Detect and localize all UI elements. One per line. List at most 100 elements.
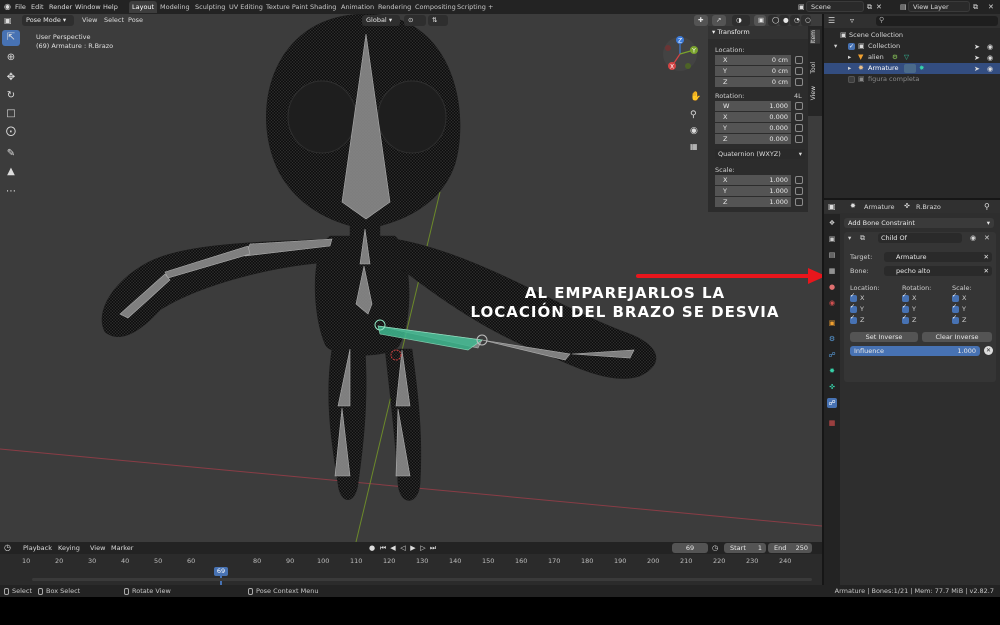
tab-uv-editing[interactable]: UV Editing <box>229 1 263 13</box>
menu-window[interactable]: Window <box>75 0 101 14</box>
bone-tool-icon[interactable]: ⋯ <box>2 184 20 200</box>
lock-icon[interactable] <box>795 113 803 121</box>
remove-view-layer-icon[interactable]: ✕ <box>988 0 994 14</box>
tab-animation[interactable]: Animation <box>341 1 374 13</box>
timeline-menu-playback[interactable]: Playback <box>23 542 52 554</box>
rotation-x-checkbox[interactable] <box>902 292 909 302</box>
play-icon[interactable]: ▶ <box>409 544 417 552</box>
add-bone-constraint-button[interactable]: Add Bone Constraint ▾ <box>844 218 994 228</box>
lock-icon[interactable] <box>795 78 803 86</box>
view-gizmo-icon[interactable]: ↗ <box>712 15 726 26</box>
viewport-menu-select[interactable]: Select <box>104 14 124 27</box>
playhead-frame[interactable]: 69 <box>214 567 228 576</box>
menu-file[interactable]: File <box>15 0 26 14</box>
outliner-row-armature[interactable]: ▸ ✸ Armature ✸ ➤ ◉ <box>824 63 1000 74</box>
lock-icon[interactable] <box>795 56 803 64</box>
figura-completa-checkbox[interactable] <box>848 76 855 83</box>
lock-icon[interactable] <box>795 198 803 206</box>
scale-z-field[interactable]: Z 1.000 <box>715 197 791 207</box>
viewport-menu-pose[interactable]: Pose <box>128 14 143 27</box>
rotation-x-field[interactable]: X 0.000 <box>715 112 791 122</box>
lock-icon[interactable] <box>795 67 803 75</box>
timeline-menu-keying[interactable]: Keying <box>58 542 80 554</box>
tab-view[interactable]: View <box>810 86 820 100</box>
xray-toggle[interactable]: ▣ <box>754 15 766 26</box>
lock-icon[interactable] <box>795 187 803 195</box>
timeline-menu-marker[interactable]: Marker <box>111 542 133 554</box>
shading-wireframe-button[interactable]: ◯ <box>768 15 779 26</box>
rotation-z-checkbox[interactable] <box>902 314 909 324</box>
shading-solid-button[interactable]: ● <box>779 15 789 26</box>
timeline-menu-view[interactable]: View <box>90 542 105 554</box>
tab-item[interactable]: Item <box>810 30 820 44</box>
mode-selector[interactable]: Pose Mode ▾ <box>22 15 74 26</box>
outliner-row-collection[interactable]: ▾ ▣ Collection ➤ ◉ <box>824 41 1000 52</box>
outliner-row-figura-completa[interactable]: ▣ figura completa <box>824 74 1000 85</box>
timeline-scrollbar[interactable] <box>32 578 812 581</box>
menu-edit[interactable]: Edit <box>31 0 44 14</box>
tab-compositing[interactable]: Compositing <box>415 1 456 13</box>
properties-editor-icon[interactable]: ▣ <box>828 202 836 211</box>
scale-y-checkbox[interactable] <box>952 303 959 313</box>
pin-icon[interactable]: ⚲ <box>984 202 990 211</box>
clock-icon[interactable]: ◷ <box>712 542 718 554</box>
eye-icon[interactable]: ◉ <box>970 234 976 242</box>
ortho-grid-icon[interactable]: ▦ <box>690 142 698 151</box>
output-tab-icon[interactable]: ▤ <box>827 250 837 260</box>
rotation-z-field[interactable]: Z 0.000 <box>715 134 791 144</box>
set-inverse-button[interactable]: Set Inverse <box>850 332 918 342</box>
render-tab-icon[interactable]: ▣ <box>827 234 837 244</box>
camera-view-icon[interactable]: ◉ <box>690 126 698 136</box>
bone-field[interactable]: pecho alto ✕ <box>884 266 992 276</box>
measure-tool-icon[interactable]: ▲ <box>2 164 20 180</box>
scene-tab-icon[interactable]: ● <box>827 282 837 292</box>
prev-keyframe-icon[interactable]: ◀ <box>389 544 397 552</box>
world-tab-icon[interactable]: ◉ <box>827 298 837 308</box>
display-mode-icon[interactable]: ▿ <box>850 16 854 25</box>
overlays-toggle[interactable]: ◑ <box>732 15 750 26</box>
lock-icon[interactable] <box>795 176 803 184</box>
editor-type-icon[interactable]: ▣ <box>4 14 12 27</box>
close-icon[interactable]: ✕ <box>984 234 990 242</box>
clear-icon[interactable]: ✕ <box>984 266 989 276</box>
expand-arrow-icon[interactable]: ▸ <box>848 52 851 63</box>
new-scene-icon[interactable]: ⧉ <box>867 0 872 14</box>
modifier-tab-icon[interactable]: ⚙ <box>827 334 837 344</box>
bone-tab-icon[interactable]: ✜ <box>827 382 837 392</box>
scene-selector[interactable]: Scene <box>806 1 864 12</box>
transform-panel-title[interactable]: ▾ Transform <box>708 26 808 39</box>
tab-layout[interactable]: Layout <box>129 1 158 13</box>
tab-shading[interactable]: Shading <box>310 1 336 13</box>
cursor-tool-icon[interactable]: ⊕ <box>2 50 20 66</box>
record-icon[interactable]: ● <box>368 544 376 552</box>
menu-help[interactable]: Help <box>103 0 118 14</box>
outliner-editor-icon[interactable]: ☰ <box>828 16 835 25</box>
object-tab-icon[interactable]: ▣ <box>827 318 837 328</box>
view-layer-tab-icon[interactable]: ▦ <box>827 266 837 276</box>
jump-start-icon[interactable]: ⏮ <box>379 544 387 552</box>
view-layer-selector[interactable]: View Layer <box>908 1 970 12</box>
tab-sculpting[interactable]: Sculpting <box>195 1 225 13</box>
location-y-field[interactable]: Y 0 cm <box>715 66 791 76</box>
constraint-name-field[interactable]: Child Of <box>878 233 962 243</box>
tab-modeling[interactable]: Modeling <box>160 1 190 13</box>
collapse-arrow-icon[interactable]: ▾ <box>848 234 851 242</box>
lock-icon[interactable] <box>795 124 803 132</box>
rotation-4l-toggle[interactable]: 4L <box>794 92 802 100</box>
select-box-tool-icon[interactable]: ⇱ <box>2 30 20 46</box>
expand-arrow-icon[interactable]: ▾ <box>834 41 837 52</box>
scale-x-field[interactable]: X 1.000 <box>715 175 791 185</box>
location-y-checkbox[interactable] <box>850 303 857 313</box>
pan-view-icon[interactable]: ✋ <box>690 92 701 102</box>
location-z-checkbox[interactable] <box>850 314 857 324</box>
timeline-ruler[interactable]: 10 20 30 40 50 60 69 80 90 100 110 120 1… <box>0 554 822 597</box>
gizmo-toggle[interactable]: ✚ <box>694 15 708 26</box>
blender-logo-icon[interactable]: ◉ <box>4 0 11 14</box>
outliner-search-input[interactable]: ⚲ <box>876 16 998 26</box>
location-x-field[interactable]: X 0 cm <box>715 55 791 65</box>
lock-icon[interactable] <box>795 102 803 110</box>
end-frame-field[interactable]: End 250 <box>768 543 812 553</box>
lock-icon[interactable] <box>795 135 803 143</box>
add-workspace-button[interactable]: + <box>488 1 493 13</box>
navigation-gizmo[interactable]: Z Y X <box>660 34 700 74</box>
